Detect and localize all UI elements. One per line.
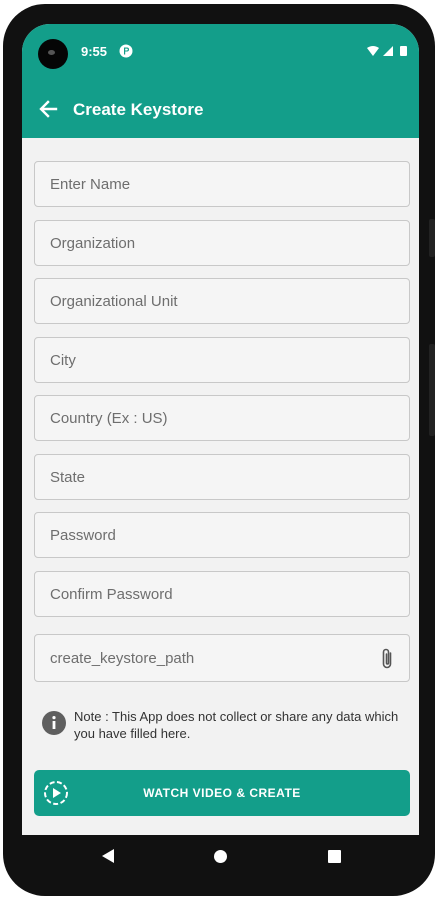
status-time: 9:55 — [81, 44, 108, 59]
system-nav-bar — [22, 835, 419, 877]
info-icon — [42, 711, 66, 735]
nav-back-icon[interactable] — [100, 848, 116, 864]
system-status-icons — [367, 46, 407, 56]
keystore-path-text: create_keystore_path — [50, 650, 195, 667]
app-bar: Create Keystore — [22, 80, 419, 138]
nav-recents-icon[interactable] — [328, 850, 341, 863]
arrow-left-icon[interactable] — [38, 99, 58, 119]
form-content: create_keystore_path Note : This App doe… — [22, 138, 419, 835]
notification-icon — [119, 44, 133, 58]
volume-button — [429, 344, 435, 436]
password-input[interactable] — [34, 512, 410, 558]
state-input[interactable] — [34, 454, 410, 500]
organizational-unit-input[interactable] — [34, 278, 410, 324]
camera-cutout — [38, 39, 68, 69]
organization-input[interactable] — [34, 220, 410, 266]
phone-frame: 9:55 Create Keystore Enter Name Organiza… — [3, 4, 435, 896]
keystore-path-field[interactable]: create_keystore_path — [34, 634, 410, 682]
confirm-password-input[interactable] — [34, 571, 410, 617]
country-input[interactable] — [34, 395, 410, 441]
watch-video-create-button[interactable]: WATCH VIDEO & CREATE — [34, 770, 410, 816]
city-input[interactable] — [34, 337, 410, 383]
status-bar: 9:55 — [22, 24, 419, 80]
nav-home-icon[interactable] — [214, 850, 227, 863]
privacy-note: Note : This App does not collect or shar… — [74, 709, 399, 741]
page-title: Create Keystore — [73, 100, 204, 119]
screen: 9:55 Create Keystore Enter Name Organiza… — [22, 24, 419, 835]
power-button — [429, 219, 435, 257]
paperclip-icon[interactable] — [379, 647, 395, 671]
name-input[interactable] — [34, 161, 410, 207]
watch-video-create-label: WATCH VIDEO & CREATE — [143, 786, 301, 800]
